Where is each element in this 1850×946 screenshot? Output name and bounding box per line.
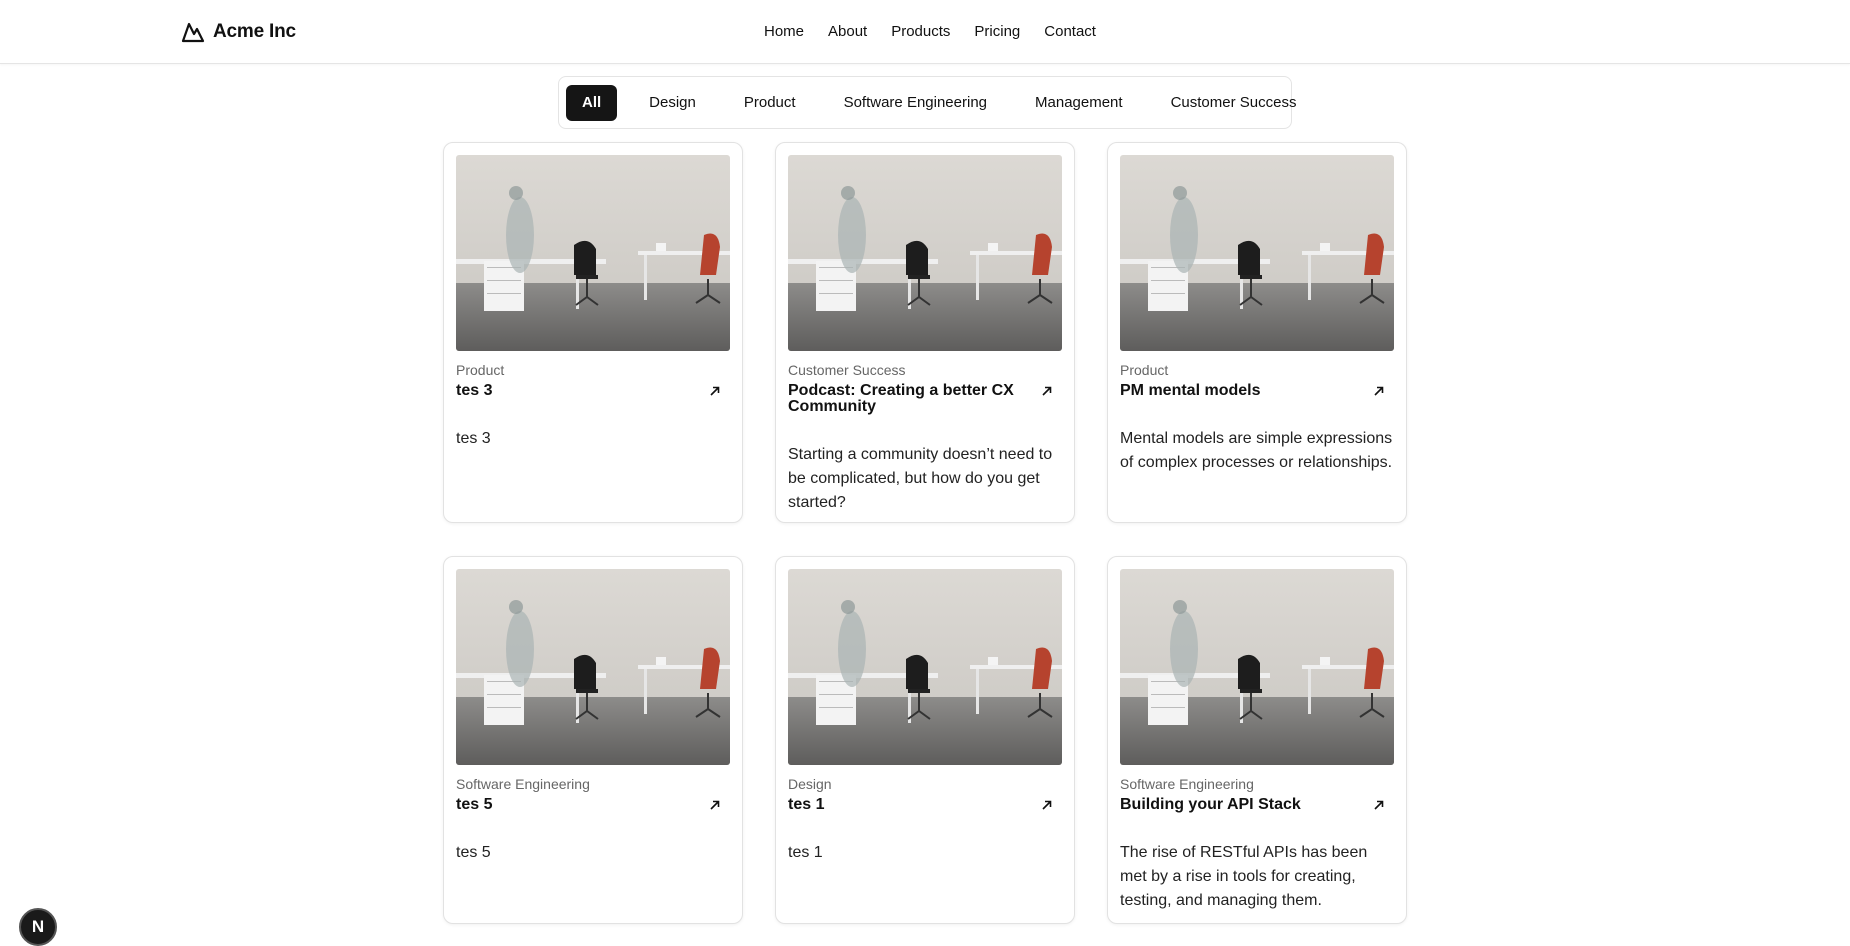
post-thumbnail bbox=[1120, 155, 1394, 351]
post-card[interactable]: Customer Success Podcast: Creating a bet… bbox=[775, 142, 1075, 523]
category-tabs: All Design Product Software Engineering … bbox=[558, 76, 1296, 129]
post-description: tes 5 bbox=[456, 844, 491, 861]
arrow-up-right-icon[interactable] bbox=[1040, 798, 1054, 812]
nav-products[interactable]: Products bbox=[891, 22, 950, 42]
office-image bbox=[788, 155, 1062, 351]
dev-tools-badge[interactable]: N bbox=[19, 908, 57, 946]
nav-pricing[interactable]: Pricing bbox=[974, 22, 1020, 42]
arrow-up-right-icon[interactable] bbox=[1040, 384, 1054, 398]
post-title[interactable]: tes 1 bbox=[788, 797, 1018, 813]
post-description: tes 3 bbox=[456, 430, 491, 447]
post-title[interactable]: Podcast: Creating a better CX Community bbox=[788, 383, 1018, 415]
tab-product[interactable]: Product bbox=[728, 85, 812, 121]
office-image bbox=[788, 569, 1062, 765]
post-category: Customer Success bbox=[788, 362, 906, 378]
office-image bbox=[456, 569, 730, 765]
office-image bbox=[1120, 569, 1394, 765]
tab-all[interactable]: All bbox=[566, 84, 618, 121]
nav-home[interactable]: Home bbox=[764, 22, 804, 42]
arrow-up-right-icon[interactable] bbox=[1372, 798, 1386, 812]
post-thumbnail bbox=[788, 569, 1062, 765]
site-header: Acme Inc Home About Products Pricing Con… bbox=[0, 0, 1850, 64]
tab-software-engineering[interactable]: Software Engineering bbox=[828, 85, 1003, 121]
tab-customer-success[interactable]: Customer Success bbox=[1155, 85, 1313, 121]
post-card[interactable]: Product tes 3 tes 3 bbox=[443, 142, 743, 523]
arrow-up-right-icon[interactable] bbox=[708, 798, 722, 812]
nav-about[interactable]: About bbox=[828, 22, 867, 42]
main-nav: Home About Products Pricing Contact bbox=[0, 0, 1850, 64]
post-category: Product bbox=[456, 362, 505, 378]
arrow-up-right-icon[interactable] bbox=[1372, 384, 1386, 398]
post-thumbnail bbox=[788, 155, 1062, 351]
post-description: tes 1 bbox=[788, 844, 823, 861]
tab-management[interactable]: Management bbox=[1019, 85, 1139, 121]
tab-design[interactable]: Design bbox=[633, 85, 712, 121]
post-thumbnail bbox=[1120, 569, 1394, 765]
post-title[interactable]: PM mental models bbox=[1120, 383, 1350, 399]
post-card[interactable]: Product PM mental models Mental models a… bbox=[1107, 142, 1407, 523]
post-thumbnail bbox=[456, 155, 730, 351]
post-title[interactable]: tes 3 bbox=[456, 383, 686, 399]
post-category: Design bbox=[788, 776, 832, 792]
post-category: Software Engineering bbox=[456, 776, 590, 792]
post-thumbnail bbox=[456, 569, 730, 765]
post-card[interactable]: Design tes 1 tes 1 bbox=[775, 556, 1075, 924]
post-title[interactable]: tes 5 bbox=[456, 797, 686, 813]
post-description: The rise of RESTful APIs has been met by… bbox=[1120, 844, 1368, 909]
nav-contact[interactable]: Contact bbox=[1044, 22, 1096, 42]
office-image bbox=[1120, 155, 1394, 351]
post-card[interactable]: Software Engineering Building your API S… bbox=[1107, 556, 1407, 924]
office-image bbox=[456, 155, 730, 351]
post-title[interactable]: Building your API Stack bbox=[1120, 797, 1350, 813]
post-description: Starting a community doesn’t need to be … bbox=[788, 446, 1053, 511]
post-category: Product bbox=[1120, 362, 1169, 378]
post-description: Mental models are simple expressions of … bbox=[1120, 430, 1393, 471]
post-category: Software Engineering bbox=[1120, 776, 1254, 792]
arrow-up-right-icon[interactable] bbox=[708, 384, 722, 398]
post-card[interactable]: Software Engineering tes 5 tes 5 bbox=[443, 556, 743, 924]
